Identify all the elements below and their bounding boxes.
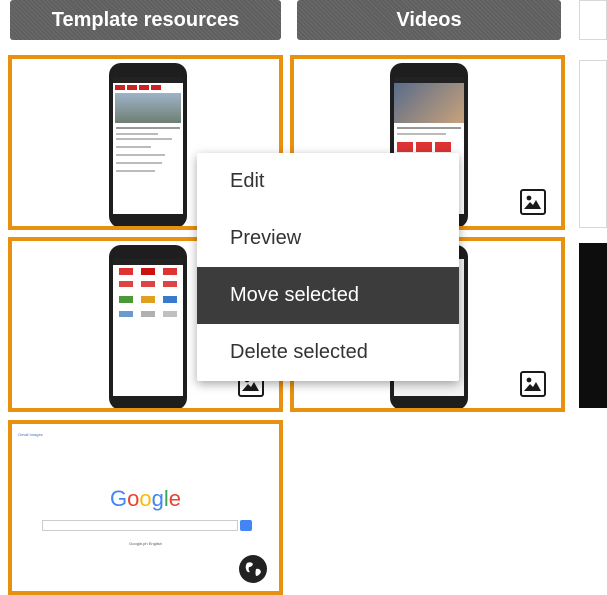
phone-thumbnail (109, 63, 187, 226)
google-top-links: Gmail Images (18, 432, 43, 437)
image-icon (520, 371, 546, 397)
videos-header-label: Videos (396, 8, 462, 31)
menu-item-edit[interactable]: Edit (197, 153, 459, 210)
image-icon (520, 189, 546, 215)
google-search-button (240, 520, 252, 531)
google-logo: Google (109, 486, 181, 511)
globe-icon (239, 555, 267, 583)
google-search-box (42, 520, 238, 531)
right-column-tile-1[interactable] (579, 60, 607, 228)
menu-item-move-selected[interactable]: Move selected (197, 267, 459, 324)
template-resources-header[interactable]: Template resources (10, 0, 281, 40)
template-resources-header-label: Template resources (51, 8, 240, 31)
right-column-tile-2[interactable] (579, 243, 607, 408)
phone-thumbnail (109, 245, 187, 408)
videos-header[interactable]: Videos (297, 0, 561, 40)
google-language-links: Google.ph English (129, 541, 162, 546)
right-column-header-stub (579, 0, 607, 40)
menu-item-delete-selected[interactable]: Delete selected (197, 324, 459, 381)
resource-tile-3[interactable]: Gmail Images Google Google.ph English (8, 420, 283, 595)
menu-item-preview[interactable]: Preview (197, 210, 459, 267)
context-menu: Edit Preview Move selected Delete select… (197, 153, 459, 381)
